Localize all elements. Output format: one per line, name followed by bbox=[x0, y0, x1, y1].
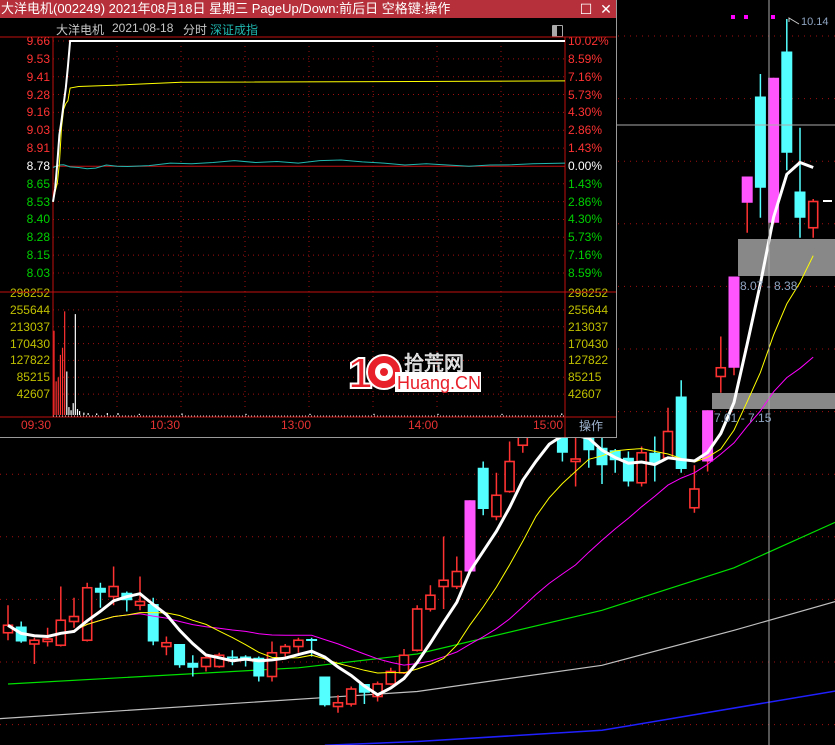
candle bbox=[781, 19, 793, 171]
candle-body bbox=[345, 688, 357, 705]
candle bbox=[213, 652, 225, 668]
candle-body bbox=[68, 615, 80, 623]
high-price-label: 10.14 bbox=[801, 16, 829, 28]
candle-body bbox=[385, 670, 397, 685]
candle-body bbox=[200, 656, 212, 668]
intraday-chart[interactable] bbox=[0, 0, 616, 437]
candle bbox=[715, 336, 727, 393]
candle-body bbox=[174, 644, 186, 666]
price-range-box-lower bbox=[712, 393, 835, 409]
candle bbox=[425, 585, 436, 612]
candle bbox=[319, 676, 331, 707]
candle-body bbox=[108, 585, 119, 598]
candle-body bbox=[134, 600, 146, 607]
candle-body bbox=[187, 662, 199, 668]
signal-marker bbox=[744, 15, 748, 19]
candle-body bbox=[81, 586, 93, 642]
candle-body bbox=[332, 701, 344, 708]
candle-body bbox=[438, 579, 449, 588]
candle-body bbox=[161, 641, 172, 648]
candle bbox=[622, 451, 634, 487]
svg-text:Huang.CN: Huang.CN bbox=[397, 373, 481, 393]
candle bbox=[94, 582, 106, 608]
candle bbox=[174, 644, 186, 668]
candle bbox=[385, 667, 397, 686]
candle-body bbox=[741, 176, 753, 203]
candle bbox=[741, 176, 753, 233]
candle bbox=[55, 586, 67, 647]
candle-body bbox=[504, 460, 515, 493]
candle-body bbox=[279, 645, 291, 654]
candle bbox=[504, 441, 515, 493]
candle-body bbox=[794, 191, 806, 218]
candle bbox=[794, 127, 806, 238]
candle-body bbox=[42, 638, 53, 643]
candle bbox=[279, 644, 291, 657]
candle bbox=[636, 446, 647, 487]
candle bbox=[411, 605, 423, 652]
logo-icon: 1 拾荒网 Huang.CN bbox=[347, 348, 481, 399]
signal-marker bbox=[771, 15, 775, 19]
candle-body bbox=[319, 676, 331, 706]
candle bbox=[596, 437, 608, 484]
candle bbox=[649, 436, 661, 482]
candle-body bbox=[94, 587, 106, 593]
price-range-box-upper bbox=[738, 239, 835, 276]
candle bbox=[293, 637, 304, 653]
candle bbox=[161, 636, 172, 656]
candle-body bbox=[425, 594, 436, 610]
intraday-popup-window: 大洋电机(002249) 2021年08月18日 星期三 PageUp/Down… bbox=[0, 0, 617, 438]
candle bbox=[226, 650, 238, 666]
signal-marker bbox=[731, 15, 735, 19]
candle bbox=[491, 472, 502, 521]
candle bbox=[398, 649, 410, 674]
watermark-logo: 1 拾荒网 Huang.CN bbox=[347, 348, 481, 399]
candle-body bbox=[570, 458, 581, 463]
range-label-lower: 7.01 - 7.15 bbox=[714, 411, 772, 425]
candle-body bbox=[781, 51, 793, 153]
candle bbox=[728, 276, 740, 376]
candle bbox=[29, 637, 40, 664]
candle bbox=[702, 410, 714, 472]
candle-body bbox=[715, 366, 727, 378]
candle-body bbox=[411, 608, 423, 652]
operate-button[interactable]: 操作 bbox=[566, 417, 616, 435]
svg-text:拾荒网: 拾荒网 bbox=[404, 351, 464, 375]
candle-body bbox=[728, 276, 740, 368]
ma250-line bbox=[324, 690, 835, 745]
candle bbox=[345, 686, 357, 707]
candle bbox=[438, 536, 449, 609]
candle bbox=[807, 199, 819, 238]
candle bbox=[662, 407, 674, 459]
high-price-pointer bbox=[788, 17, 800, 25]
ma60-line bbox=[7, 521, 835, 685]
candle-body bbox=[636, 451, 647, 484]
candle-body bbox=[807, 200, 819, 229]
candle-body bbox=[147, 604, 159, 642]
candle bbox=[2, 605, 14, 641]
candle bbox=[200, 656, 212, 672]
candle bbox=[332, 695, 344, 713]
candle-body bbox=[464, 500, 476, 572]
candle bbox=[754, 74, 766, 218]
candle-body bbox=[754, 96, 766, 188]
candle-body bbox=[226, 656, 238, 659]
candle-body bbox=[293, 639, 304, 648]
candle-body bbox=[306, 639, 318, 641]
candle bbox=[570, 436, 581, 487]
range-label-upper: 8.07 - 8.38 bbox=[740, 279, 798, 293]
candle bbox=[477, 461, 489, 516]
candle-body bbox=[491, 494, 502, 518]
candle-body bbox=[689, 488, 700, 509]
candle bbox=[81, 582, 93, 642]
candle bbox=[451, 556, 463, 589]
candle bbox=[464, 500, 476, 572]
candle-body bbox=[451, 570, 463, 588]
candle bbox=[68, 597, 80, 628]
candle-body bbox=[477, 467, 489, 509]
candle-body bbox=[29, 639, 40, 645]
